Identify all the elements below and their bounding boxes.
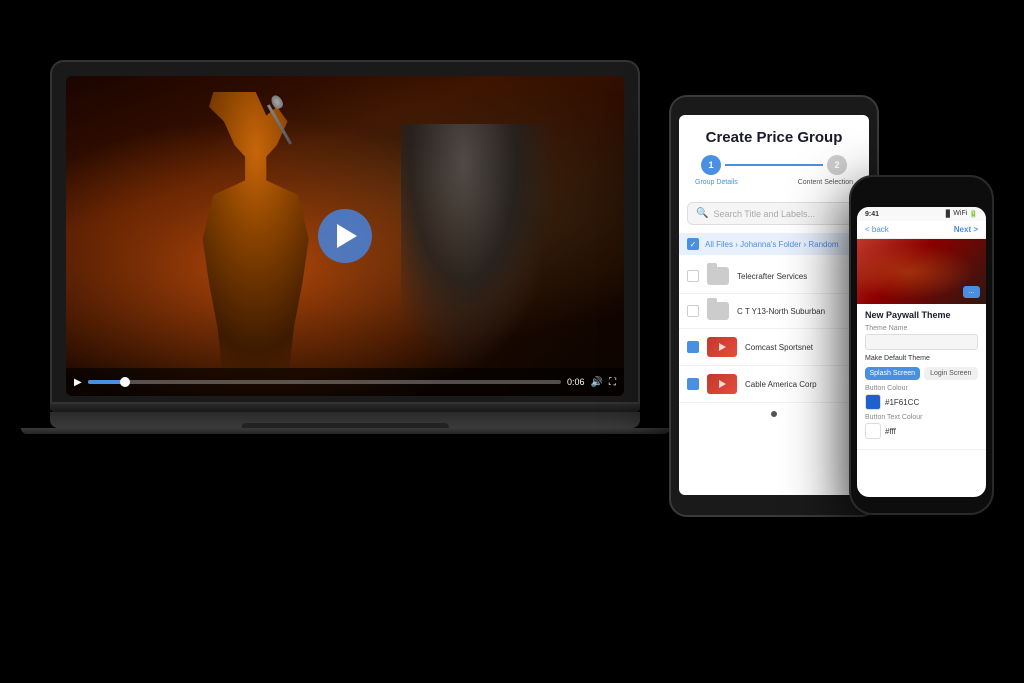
tablet-device: Create Price Group 1 2 Group Details Con… xyxy=(669,95,879,517)
phone-status-bar: 9:41 ▊ WiFi 🔋 xyxy=(857,207,986,221)
step-1-number: 1 xyxy=(708,160,713,170)
video-play-indicator xyxy=(719,343,726,351)
guitarist-visual xyxy=(401,124,557,374)
tablet-screen: Create Price Group 1 2 Group Details Con… xyxy=(679,115,869,495)
volume-icon[interactable]: 🔊 xyxy=(591,377,603,388)
button-text-color-row: #fff xyxy=(865,423,978,439)
fullscreen-icon[interactable]: ⛶ xyxy=(609,377,616,388)
video-thumbnail-3 xyxy=(707,337,737,357)
phone-video-action-button[interactable]: ... xyxy=(963,286,980,298)
search-icon: 🔍 xyxy=(696,208,708,219)
video-controls-bar: ▶ 0:06 🔊 ⛶ xyxy=(66,368,624,396)
theme-name-input[interactable] xyxy=(865,334,978,350)
folder-icon-2 xyxy=(707,302,729,320)
table-row[interactable]: Telecrafter Services xyxy=(679,259,869,294)
file-checkbox-1[interactable] xyxy=(687,270,699,282)
phone-video-preview: ... xyxy=(857,239,986,304)
breadcrumb-path: All Files › Johanna's Folder › Random xyxy=(705,240,839,249)
laptop-foot xyxy=(21,428,670,434)
wifi-icon: WiFi xyxy=(953,210,967,218)
video-thumbnail-4 xyxy=(707,374,737,394)
main-scene: ▶ 0:06 🔊 ⛶ Create Price Group xyxy=(0,0,1024,683)
step-1-label: Group Details xyxy=(695,179,738,186)
search-bar[interactable]: 🔍 Search Title and Labels... xyxy=(687,202,861,225)
video-play-icon[interactable]: ▶ xyxy=(74,377,82,388)
video-progress-fill xyxy=(88,380,126,384)
progress-thumb xyxy=(120,377,130,387)
button-text-color-value: #fff xyxy=(885,427,896,436)
table-row[interactable]: Cable America Corp xyxy=(679,366,869,403)
breadcrumb-row: ✓ All Files › Johanna's Folder › Random xyxy=(679,233,869,255)
video-play-indicator-2 xyxy=(719,380,726,388)
checkmark-icon: ✓ xyxy=(690,240,697,249)
step-2-label: Content Selection xyxy=(798,179,853,186)
file-checkbox-3[interactable] xyxy=(687,341,699,353)
laptop-hinge xyxy=(50,404,640,412)
phone-screen: 9:41 ▊ WiFi 🔋 < back Next > ... New Payw… xyxy=(857,207,986,497)
signal-icon: ▊ xyxy=(946,210,951,218)
video-time-label: 0:06 xyxy=(567,377,585,387)
phone-section-title: New Paywall Theme xyxy=(865,310,978,320)
phone-theme-section: New Paywall Theme Theme Name Make Defaul… xyxy=(857,304,986,450)
phone-back-button[interactable]: < back xyxy=(865,225,889,234)
step-2-number: 2 xyxy=(834,160,839,170)
theme-name-label: Theme Name xyxy=(865,325,978,332)
tablet-home-button[interactable] xyxy=(771,411,777,417)
laptop-bezel: ▶ 0:06 🔊 ⛶ xyxy=(50,60,640,404)
default-theme-label: Make Default Theme xyxy=(865,355,930,362)
screen-type-tabs: Splash Screen Login Screen xyxy=(865,367,978,380)
button-color-swatch[interactable] xyxy=(865,394,881,410)
all-files-checkbox[interactable]: ✓ xyxy=(687,238,699,250)
button-text-color-swatch[interactable] xyxy=(865,423,881,439)
step-1-circle: 1 xyxy=(701,155,721,175)
laptop-device: ▶ 0:06 🔊 ⛶ xyxy=(50,60,640,434)
file-name-2: C T Y13-North Suburban xyxy=(737,307,861,316)
button-color-value: #1F61CC xyxy=(885,398,919,407)
button-color-label: Button Colour xyxy=(865,385,978,392)
splash-screen-tab[interactable]: Splash Screen xyxy=(865,367,920,380)
phone-notch xyxy=(897,191,947,201)
laptop-base xyxy=(50,412,640,428)
create-price-group-title: Create Price Group xyxy=(691,129,857,147)
battery-icon: 🔋 xyxy=(969,210,978,218)
phone-time: 9:41 xyxy=(865,211,879,218)
file-name-3: Comcast Sportsnet xyxy=(745,343,861,352)
login-screen-tab[interactable]: Login Screen xyxy=(924,367,979,380)
phone-status-icons: ▊ WiFi 🔋 xyxy=(946,210,978,218)
search-placeholder-text: Search Title and Labels... xyxy=(713,209,815,219)
phone-next-button[interactable]: Next > xyxy=(954,225,978,234)
tablet-header: Create Price Group 1 2 Group Details Con… xyxy=(679,115,869,202)
button-color-row: #1F61CC xyxy=(865,394,978,410)
phone-device: 9:41 ▊ WiFi 🔋 < back Next > ... New Payw… xyxy=(849,175,994,515)
step-2-circle: 2 xyxy=(827,155,847,175)
file-name-4: Cable America Corp xyxy=(745,380,861,389)
file-name-1: Telecrafter Services xyxy=(737,272,861,281)
file-checkbox-2[interactable] xyxy=(687,305,699,317)
play-button[interactable] xyxy=(318,209,372,263)
button-text-color-label: Button Text Colour xyxy=(865,414,978,421)
table-row[interactable]: C T Y13-North Suburban xyxy=(679,294,869,329)
folder-icon-1 xyxy=(707,267,729,285)
phone-nav-bar: < back Next > xyxy=(857,221,986,239)
table-row[interactable]: Comcast Sportsnet xyxy=(679,329,869,366)
file-checkbox-4[interactable] xyxy=(687,378,699,390)
video-progress-bar[interactable] xyxy=(88,380,561,384)
step-line xyxy=(725,164,823,166)
steps-indicator: 1 2 xyxy=(691,155,857,175)
laptop-screen: ▶ 0:06 🔊 ⛶ xyxy=(66,76,624,396)
step-labels: Group Details Content Selection xyxy=(691,179,857,186)
play-icon xyxy=(337,224,357,248)
default-theme-toggle-row: Make Default Theme xyxy=(865,355,978,362)
